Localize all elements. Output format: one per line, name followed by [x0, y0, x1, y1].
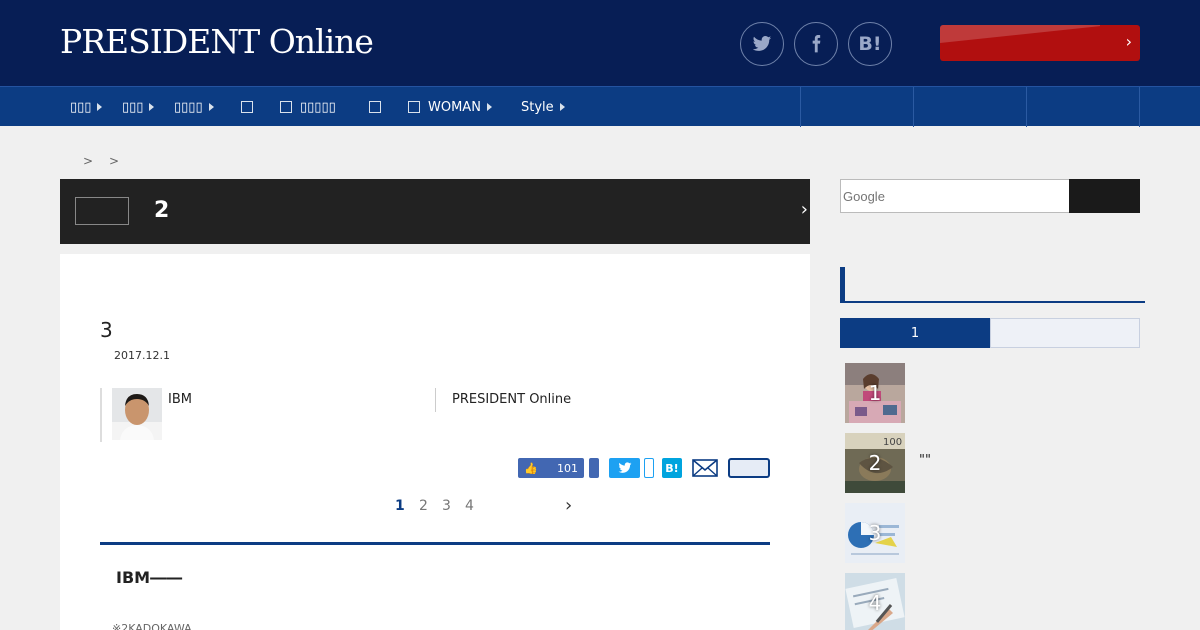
nav-label: ▯▯▯▯▯: [300, 99, 336, 115]
article-note: ※2KADOKAWA: [112, 622, 192, 630]
caret-right-icon: [208, 103, 214, 111]
author-avatar[interactable]: [112, 388, 162, 440]
glyph-icon: [408, 101, 420, 113]
rank-number: 1: [868, 381, 882, 405]
twitter-share-button[interactable]: [609, 458, 640, 478]
author-name[interactable]: IBM: [168, 392, 192, 407]
series-label-box: [75, 197, 129, 225]
page-link-2[interactable]: 2: [419, 498, 428, 514]
article-lead: IBM――: [116, 568, 183, 587]
ranking-thumbnail-2[interactable]: 100 2: [845, 433, 905, 493]
article-card: 3 2017.12.1 IBM PRESIDENT Online 👍 101 B…: [60, 254, 810, 630]
twitter-icon: [618, 462, 631, 473]
publisher-name: PRESIDENT Online: [452, 392, 572, 407]
ranking-tab-active[interactable]: 1: [840, 318, 990, 348]
nav-divider: [800, 87, 801, 127]
series-number: 2: [154, 198, 170, 223]
nav-item-1[interactable]: ▯▯▯: [70, 87, 103, 127]
save-article-button[interactable]: [728, 458, 770, 478]
nav-divider: [913, 87, 914, 127]
article-title: 3: [100, 318, 113, 342]
site-logo[interactable]: PRESIDENT Online: [60, 22, 374, 62]
chevron-right-icon: ›: [800, 199, 808, 220]
nav-item-6[interactable]: [369, 87, 383, 127]
nav-divider: [1139, 87, 1140, 127]
facebook-like-button[interactable]: 👍 101: [518, 458, 584, 478]
rank-number: 4: [868, 591, 882, 615]
section-divider: [100, 542, 770, 545]
ranking-thumbnail-1[interactable]: 1: [845, 363, 905, 423]
rank-number: 3: [868, 521, 882, 545]
twitter-icon[interactable]: [740, 22, 784, 66]
mail-icon[interactable]: [692, 458, 718, 478]
glyph-icon: [280, 101, 292, 113]
button-shine: [940, 25, 1100, 43]
premium-cta-button[interactable]: ›: [940, 25, 1140, 61]
rank-number: 2: [868, 451, 882, 475]
nav-item-3[interactable]: ▯▯▯▯: [174, 87, 214, 127]
series-banner[interactable]: 2 ›: [60, 179, 810, 244]
hatena-bookmark-icon[interactable]: B!: [848, 22, 892, 66]
glyph-icon: [369, 101, 381, 113]
article-date: 2017.12.1: [114, 349, 170, 362]
nav-label: WOMAN: [428, 99, 481, 115]
publisher-block: PRESIDENT Online: [435, 388, 770, 412]
like-count: 101: [557, 461, 578, 475]
nav-item-4[interactable]: [241, 87, 255, 127]
ranking-heading: [840, 267, 1145, 303]
glyph-icon: [241, 101, 253, 113]
facebook-share-button[interactable]: [589, 458, 599, 478]
nav-item-woman[interactable]: WOMAN: [408, 87, 492, 127]
caret-right-icon: [97, 103, 103, 111]
breadcrumb-separator: >: [83, 154, 94, 168]
page-link-1[interactable]: 1: [395, 498, 405, 514]
tweet-count-bubble: [644, 458, 654, 478]
caret-right-icon: [559, 103, 565, 111]
page-link-3[interactable]: 3: [442, 498, 451, 514]
nav-label: ▯▯▯▯: [174, 99, 203, 115]
nav-divider: [1026, 87, 1027, 127]
site-header: PRESIDENT Online B! ›: [0, 0, 1200, 86]
ranking-thumbnail-3[interactable]: 3: [845, 503, 905, 563]
thumbs-up-icon: 👍: [524, 461, 538, 475]
caret-right-icon: [149, 103, 155, 111]
nav-item-5[interactable]: ▯▯▯▯▯: [280, 87, 336, 127]
nav-item-2[interactable]: ▯▯▯: [122, 87, 155, 127]
facebook-icon[interactable]: [794, 22, 838, 66]
breadcrumb-separator: >: [109, 154, 120, 168]
chevron-right-icon: ›: [1125, 32, 1132, 51]
nav-label: Style: [521, 99, 554, 115]
category-nav: ▯▯▯ ▯▯▯ ▯▯▯▯ ▯▯▯▯▯ WOMAN Style: [0, 86, 1200, 127]
hatena-bookmark-button[interactable]: B!: [662, 458, 682, 478]
nav-label: ▯▯▯: [122, 99, 144, 115]
ranking-thumbnail-4[interactable]: 4: [845, 573, 905, 630]
author-block: IBM: [100, 388, 435, 442]
ranking-title-2[interactable]: "": [919, 453, 931, 468]
nav-item-style[interactable]: Style: [521, 87, 565, 127]
search-input[interactable]: [840, 179, 1070, 213]
page-link-4[interactable]: 4: [465, 498, 474, 514]
next-page-icon[interactable]: ›: [565, 495, 572, 516]
search-button[interactable]: [1069, 179, 1140, 213]
nav-label: ▯▯▯: [70, 99, 92, 115]
ranking-tab-inactive[interactable]: [990, 318, 1140, 348]
caret-right-icon: [486, 103, 492, 111]
